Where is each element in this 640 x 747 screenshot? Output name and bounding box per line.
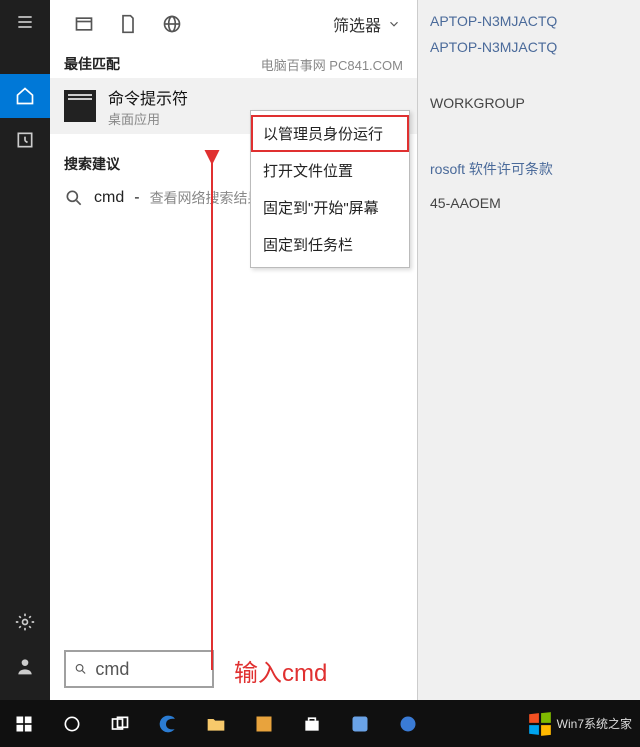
menu-icon[interactable] [0,0,50,44]
background-system-info: APTOP-N3MJACTQ APTOP-N3MJACTQ WORKGROUP … [430,8,557,216]
search-icon [64,188,84,208]
bg-license-link[interactable]: rosoft 软件许可条款 [430,156,557,182]
chevron-down-icon [387,17,401,31]
web-scope-icon[interactable] [150,0,194,48]
annotation-text: 输入cmd [234,653,327,688]
ctx-pin-taskbar[interactable]: 固定到任务栏 [251,226,409,263]
windows-logo-icon [527,711,553,737]
watermark-text: 电脑百事网 PC841.COM [261,55,403,74]
best-match-header: 最佳匹配 电脑百事网 PC841.COM [50,48,417,78]
bg-computer-name-1: APTOP-N3MJACTQ [430,8,557,34]
suggestion-separator: - [134,189,139,207]
start-button[interactable] [0,700,48,747]
ctx-run-as-admin[interactable]: 以管理员身份运行 [251,115,409,152]
best-match-title: 命令提示符 [108,85,188,109]
edge-icon[interactable] [144,700,192,747]
left-rail [0,0,50,700]
pin-app-1-icon[interactable] [336,700,384,747]
context-menu: 以管理员身份运行 打开文件位置 固定到"开始"屏幕 固定到任务栏 [250,110,410,268]
filter-label: 筛选器 [333,12,381,36]
bg-workgroup: WORKGROUP [430,90,557,116]
clock-icon[interactable] [0,118,50,162]
ctx-pin-start[interactable]: 固定到"开始"屏幕 [251,189,409,226]
task-view-icon[interactable] [96,700,144,747]
best-match-subtitle: 桌面应用 [108,109,188,128]
pin-app-2-icon[interactable] [384,700,432,747]
suggestion-hint: 查看网络搜索结果 [150,188,262,208]
search-box[interactable] [64,650,214,688]
search-input[interactable] [95,659,204,680]
cortana-icon[interactable] [48,700,96,747]
word-icon[interactable] [240,700,288,747]
user-icon[interactable] [0,644,50,688]
bg-computer-name-2: APTOP-N3MJACTQ [430,34,557,60]
watermark-logo-text: Win7系统之家 [557,715,632,732]
search-panel: 筛选器 最佳匹配 电脑百事网 PC841.COM 命令提示符 桌面应用 搜索建议… [50,0,418,700]
search-icon [74,661,87,677]
taskbar: Win7系统之家 [0,700,640,747]
ctx-open-location[interactable]: 打开文件位置 [251,152,409,189]
store-icon[interactable] [288,700,336,747]
annotation-arrow [162,150,252,680]
explorer-icon[interactable] [192,700,240,747]
cmd-app-icon [64,90,96,122]
bg-product-id: 45-AAOEM [430,190,557,216]
filter-dropdown[interactable]: 筛选器 [333,12,405,36]
home-icon[interactable] [0,74,50,118]
search-scope-tabs: 筛选器 [50,0,417,48]
suggestion-term: cmd [94,189,124,207]
documents-scope-icon[interactable] [106,0,150,48]
settings-icon[interactable] [0,600,50,644]
apps-scope-icon[interactable] [62,0,106,48]
watermark-logo: Win7系统之家 [527,711,640,737]
